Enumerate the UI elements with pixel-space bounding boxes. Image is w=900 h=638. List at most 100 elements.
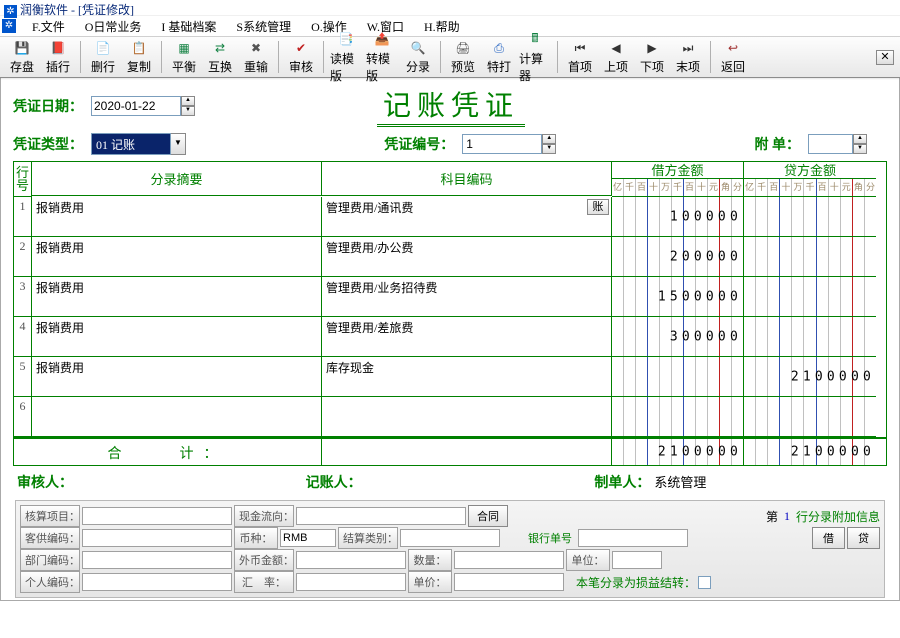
attachment-count-input[interactable] [808, 134, 853, 154]
pl-transfer-label: 本笔分录为损益结转： [576, 574, 696, 591]
tool-审核[interactable]: ✔审核 [285, 39, 317, 75]
currency-input[interactable] [280, 529, 336, 547]
person-code-label: 个人编码： [20, 571, 80, 593]
bank-slip-input[interactable] [578, 529, 688, 547]
tool-重输-icon: ✖ [247, 39, 265, 57]
tool-复制[interactable]: 📋复制 [123, 39, 155, 75]
tool-末项-label: 末项 [676, 58, 700, 75]
row-abstract[interactable]: 报销费用 [32, 197, 322, 237]
row-subject[interactable]: 管理费用/办公费 [322, 237, 612, 277]
row-subject[interactable] [322, 397, 612, 437]
debit-button[interactable]: 借 [812, 527, 845, 549]
entry-row[interactable]: 3报销费用管理费用/业务招待费1500000 [14, 277, 886, 317]
person-code-input[interactable] [82, 573, 232, 591]
tool-计算器[interactable]: 🖩计算器 [519, 31, 551, 84]
col-credit: 贷方金额 亿千百十万千百十元角分 [744, 162, 876, 197]
row-credit[interactable] [744, 317, 876, 357]
entry-row[interactable]: 5报销费用库存现金2100000 [14, 357, 886, 397]
entry-row[interactable]: 6 [14, 397, 886, 437]
row-abstract[interactable]: 报销费用 [32, 357, 322, 397]
tool-删行[interactable]: 📄删行 [87, 39, 119, 75]
tool-读模版[interactable]: 📑读模版 [330, 31, 362, 84]
row-credit[interactable]: 2100000 [744, 357, 876, 397]
row-subject[interactable]: 管理费用/通讯费账 [322, 197, 612, 237]
date-down-icon[interactable]: ▼ [181, 106, 195, 116]
tool-转模版[interactable]: 📤转模版 [366, 31, 398, 84]
row-credit[interactable] [744, 277, 876, 317]
row-abstract[interactable]: 报销费用 [32, 237, 322, 277]
rate-input[interactable] [296, 573, 406, 591]
att-down-icon[interactable]: ▼ [853, 144, 867, 154]
tool-预览[interactable]: 🖨预览 [447, 39, 479, 75]
tool-平衡[interactable]: ▦平衡 [168, 39, 200, 75]
cashflow-input[interactable] [296, 507, 466, 525]
entry-row[interactable]: 2报销费用管理费用/办公费200000 [14, 237, 886, 277]
row-index-pre: 第 [766, 508, 778, 525]
tool-下项[interactable]: ▶下项 [636, 39, 668, 75]
entry-row[interactable]: 1报销费用管理费用/通讯费账100000 [14, 197, 886, 237]
row-subject[interactable]: 库存现金 [322, 357, 612, 397]
vendor-code-input[interactable] [82, 529, 232, 547]
tool-分录-label: 分录 [406, 58, 430, 75]
row-subject[interactable]: 管理费用/业务招待费 [322, 277, 612, 317]
tool-上项[interactable]: ◀上项 [600, 39, 632, 75]
subject-lookup-button[interactable]: 账 [587, 199, 609, 215]
row-abstract[interactable]: 报销费用 [32, 317, 322, 357]
price-input[interactable] [454, 573, 564, 591]
tool-返回-label: 返回 [721, 58, 745, 75]
seq-down-icon[interactable]: ▼ [542, 144, 556, 154]
row-abstract[interactable]: 报销费用 [32, 277, 322, 317]
credit-button[interactable]: 贷 [847, 527, 880, 549]
entry-row[interactable]: 4报销费用管理费用/差旅费300000 [14, 317, 886, 357]
type-dropdown-icon[interactable]: ▼ [171, 133, 186, 155]
col-abstract: 分录摘要 [32, 162, 322, 196]
row-debit[interactable]: 300000 [612, 317, 744, 357]
seq-up-icon[interactable]: ▲ [542, 134, 556, 144]
date-up-icon[interactable]: ▲ [181, 96, 195, 106]
tool-特打[interactable]: ⎙特打 [483, 39, 515, 75]
settle-type-input[interactable] [400, 529, 500, 547]
row-credit[interactable] [744, 237, 876, 277]
unit-input[interactable] [612, 551, 662, 569]
row-debit[interactable] [612, 397, 744, 437]
row-credit[interactable] [744, 397, 876, 437]
account-item-input[interactable] [82, 507, 232, 525]
tool-审核-icon: ✔ [292, 39, 310, 57]
tool-首项[interactable]: ⏮首项 [564, 39, 596, 75]
voucher-type-combo[interactable]: 01 记账 [91, 133, 171, 155]
row-abstract[interactable] [32, 397, 322, 437]
dept-code-label: 部门编码： [20, 549, 80, 571]
dept-code-input[interactable] [82, 551, 232, 569]
row-subject[interactable]: 管理费用/差旅费 [322, 317, 612, 357]
row-debit[interactable] [612, 357, 744, 397]
tool-末项[interactable]: ⏭末项 [672, 39, 704, 75]
voucher-seq-input[interactable] [462, 134, 542, 154]
tool-插行[interactable]: 📕插行 [42, 39, 74, 75]
row-credit[interactable] [744, 197, 876, 237]
foreign-amount-input[interactable] [296, 551, 406, 569]
pl-transfer-checkbox[interactable] [698, 576, 711, 589]
tool-返回-icon: ↩ [724, 39, 742, 57]
maker-label: 制单人： [594, 476, 650, 491]
tool-平衡-icon: ▦ [175, 39, 193, 57]
tool-重输[interactable]: ✖重输 [240, 39, 272, 75]
voucher-date-input[interactable] [91, 96, 181, 116]
mdi-close-button[interactable]: ✕ [876, 50, 894, 65]
contract-button[interactable]: 合同 [468, 505, 508, 527]
tool-互换[interactable]: ⇄互换 [204, 39, 236, 75]
total-label: 合 计： [14, 439, 322, 465]
qty-input[interactable] [454, 551, 564, 569]
row-debit[interactable]: 100000 [612, 197, 744, 237]
tool-分录-icon: 🔍 [409, 39, 427, 57]
row-debit[interactable]: 1500000 [612, 277, 744, 317]
row-debit[interactable]: 200000 [612, 237, 744, 277]
tool-重输-label: 重输 [244, 58, 268, 75]
tool-返回[interactable]: ↩返回 [717, 39, 749, 75]
tool-存盘[interactable]: 💾存盘 [6, 39, 38, 75]
tool-互换-label: 互换 [208, 58, 232, 75]
tool-上项-label: 上项 [604, 58, 628, 75]
toolbar: 💾存盘📕插行📄删行📋复制▦平衡⇄互换✖重输✔审核📑读模版📤转模版🔍分录🖨预览⎙特… [0, 36, 900, 78]
att-up-icon[interactable]: ▲ [853, 134, 867, 144]
tool-分录[interactable]: 🔍分录 [402, 39, 434, 75]
app-icon: ✲ [4, 5, 17, 18]
